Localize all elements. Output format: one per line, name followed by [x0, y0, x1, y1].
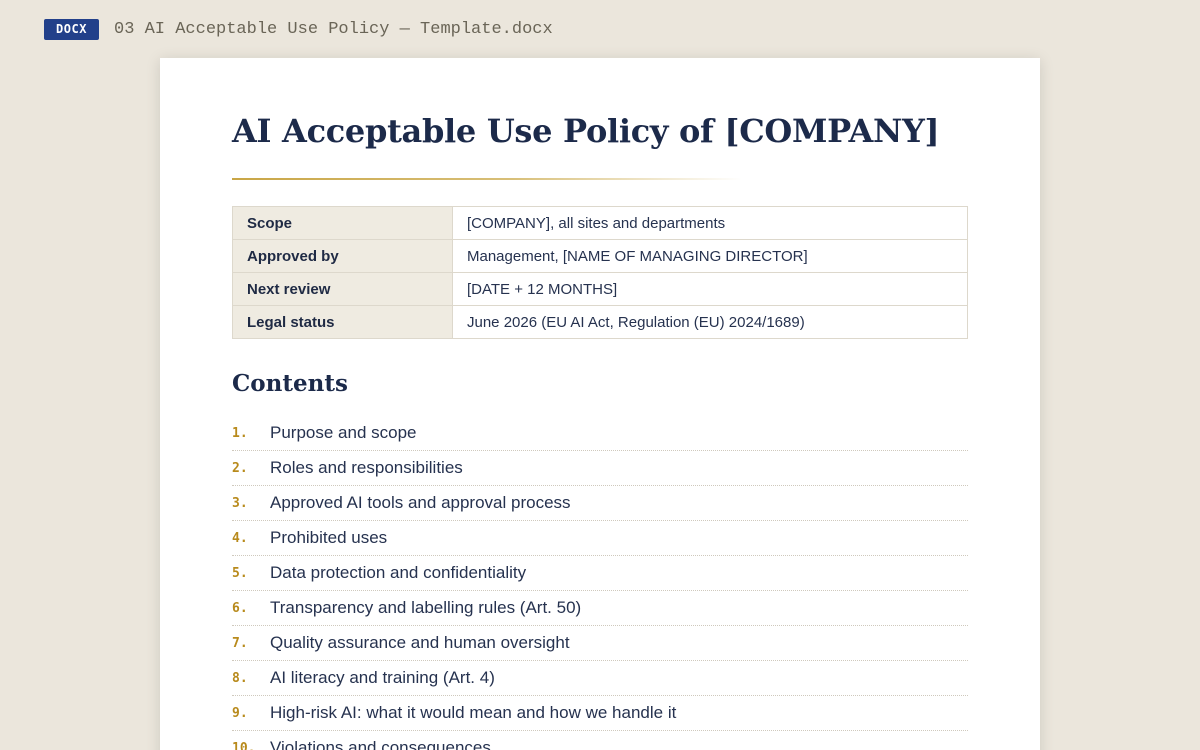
toc-number: 9. — [232, 706, 248, 721]
toc-label: Quality assurance and human oversight — [270, 633, 570, 652]
toc-item[interactable]: 6. Transparency and labelling rules (Art… — [232, 591, 968, 626]
meta-key: Legal status — [232, 305, 453, 339]
meta-row-approved-by: Approved by Management, [NAME OF MANAGIN… — [232, 239, 968, 273]
toc-label: AI literacy and training (Art. 4) — [270, 668, 495, 687]
document-title: AI Acceptable Use Policy of [COMPANY] — [232, 112, 940, 150]
meta-value: June 2026 (EU AI Act, Regulation (EU) 20… — [452, 305, 968, 339]
toc-item[interactable]: 5. Data protection and confidentiality — [232, 556, 968, 591]
document-page: AI Acceptable Use Policy of [COMPANY] Sc… — [160, 58, 1040, 750]
file-name: 03 AI Acceptable Use Policy — Template.d… — [114, 20, 553, 39]
contents-heading: Contents — [232, 370, 348, 397]
toc-label: High-risk AI: what it would mean and how… — [270, 703, 677, 722]
toc-label: Violations and consequences — [270, 738, 491, 750]
file-type-badge: DOCX — [44, 19, 99, 40]
toc-label: Transparency and labelling rules (Art. 5… — [270, 598, 582, 617]
toc-number: 3. — [232, 496, 248, 511]
toc-item[interactable]: 9. High-risk AI: what it would mean and … — [232, 696, 968, 731]
toc-item[interactable]: 10. Violations and consequences — [232, 731, 968, 750]
toc-item[interactable]: 1. Purpose and scope — [232, 416, 968, 451]
meta-value: [DATE + 12 MONTHS] — [452, 272, 968, 306]
toc-item[interactable]: 8. AI literacy and training (Art. 4) — [232, 661, 968, 696]
toc-number: 8. — [232, 671, 248, 686]
toc-number: 5. — [232, 566, 248, 581]
toc-number: 4. — [232, 531, 248, 546]
toc-item[interactable]: 2. Roles and responsibilities — [232, 451, 968, 486]
meta-value: Management, [NAME OF MANAGING DIRECTOR] — [452, 239, 968, 273]
toc-number: 7. — [232, 636, 248, 651]
metadata-table: Scope [COMPANY], all sites and departmen… — [232, 206, 968, 339]
toc-label: Purpose and scope — [270, 423, 417, 442]
file-header: DOCX 03 AI Acceptable Use Policy — Templ… — [44, 19, 553, 40]
meta-key: Scope — [232, 206, 453, 240]
toc-label: Roles and responsibilities — [270, 458, 463, 477]
toc-number: 10. — [232, 741, 256, 750]
toc-label: Data protection and confidentiality — [270, 563, 527, 582]
toc-number: 2. — [232, 461, 248, 476]
meta-key: Next review — [232, 272, 453, 306]
toc-label: Approved AI tools and approval process — [270, 493, 571, 512]
meta-row-legal-status: Legal status June 2026 (EU AI Act, Regul… — [232, 305, 968, 339]
title-underline — [232, 178, 742, 180]
toc-number: 6. — [232, 601, 248, 616]
toc-item[interactable]: 3. Approved AI tools and approval proces… — [232, 486, 968, 521]
meta-value: [COMPANY], all sites and departments — [452, 206, 968, 240]
table-of-contents: 1. Purpose and scope 2. Roles and respon… — [232, 416, 968, 750]
toc-label: Prohibited uses — [270, 528, 388, 547]
toc-item[interactable]: 4. Prohibited uses — [232, 521, 968, 556]
toc-item[interactable]: 7. Quality assurance and human oversight — [232, 626, 968, 661]
meta-row-next-review: Next review [DATE + 12 MONTHS] — [232, 272, 968, 306]
meta-key: Approved by — [232, 239, 453, 273]
toc-number: 1. — [232, 426, 248, 441]
meta-row-scope: Scope [COMPANY], all sites and departmen… — [232, 206, 968, 240]
